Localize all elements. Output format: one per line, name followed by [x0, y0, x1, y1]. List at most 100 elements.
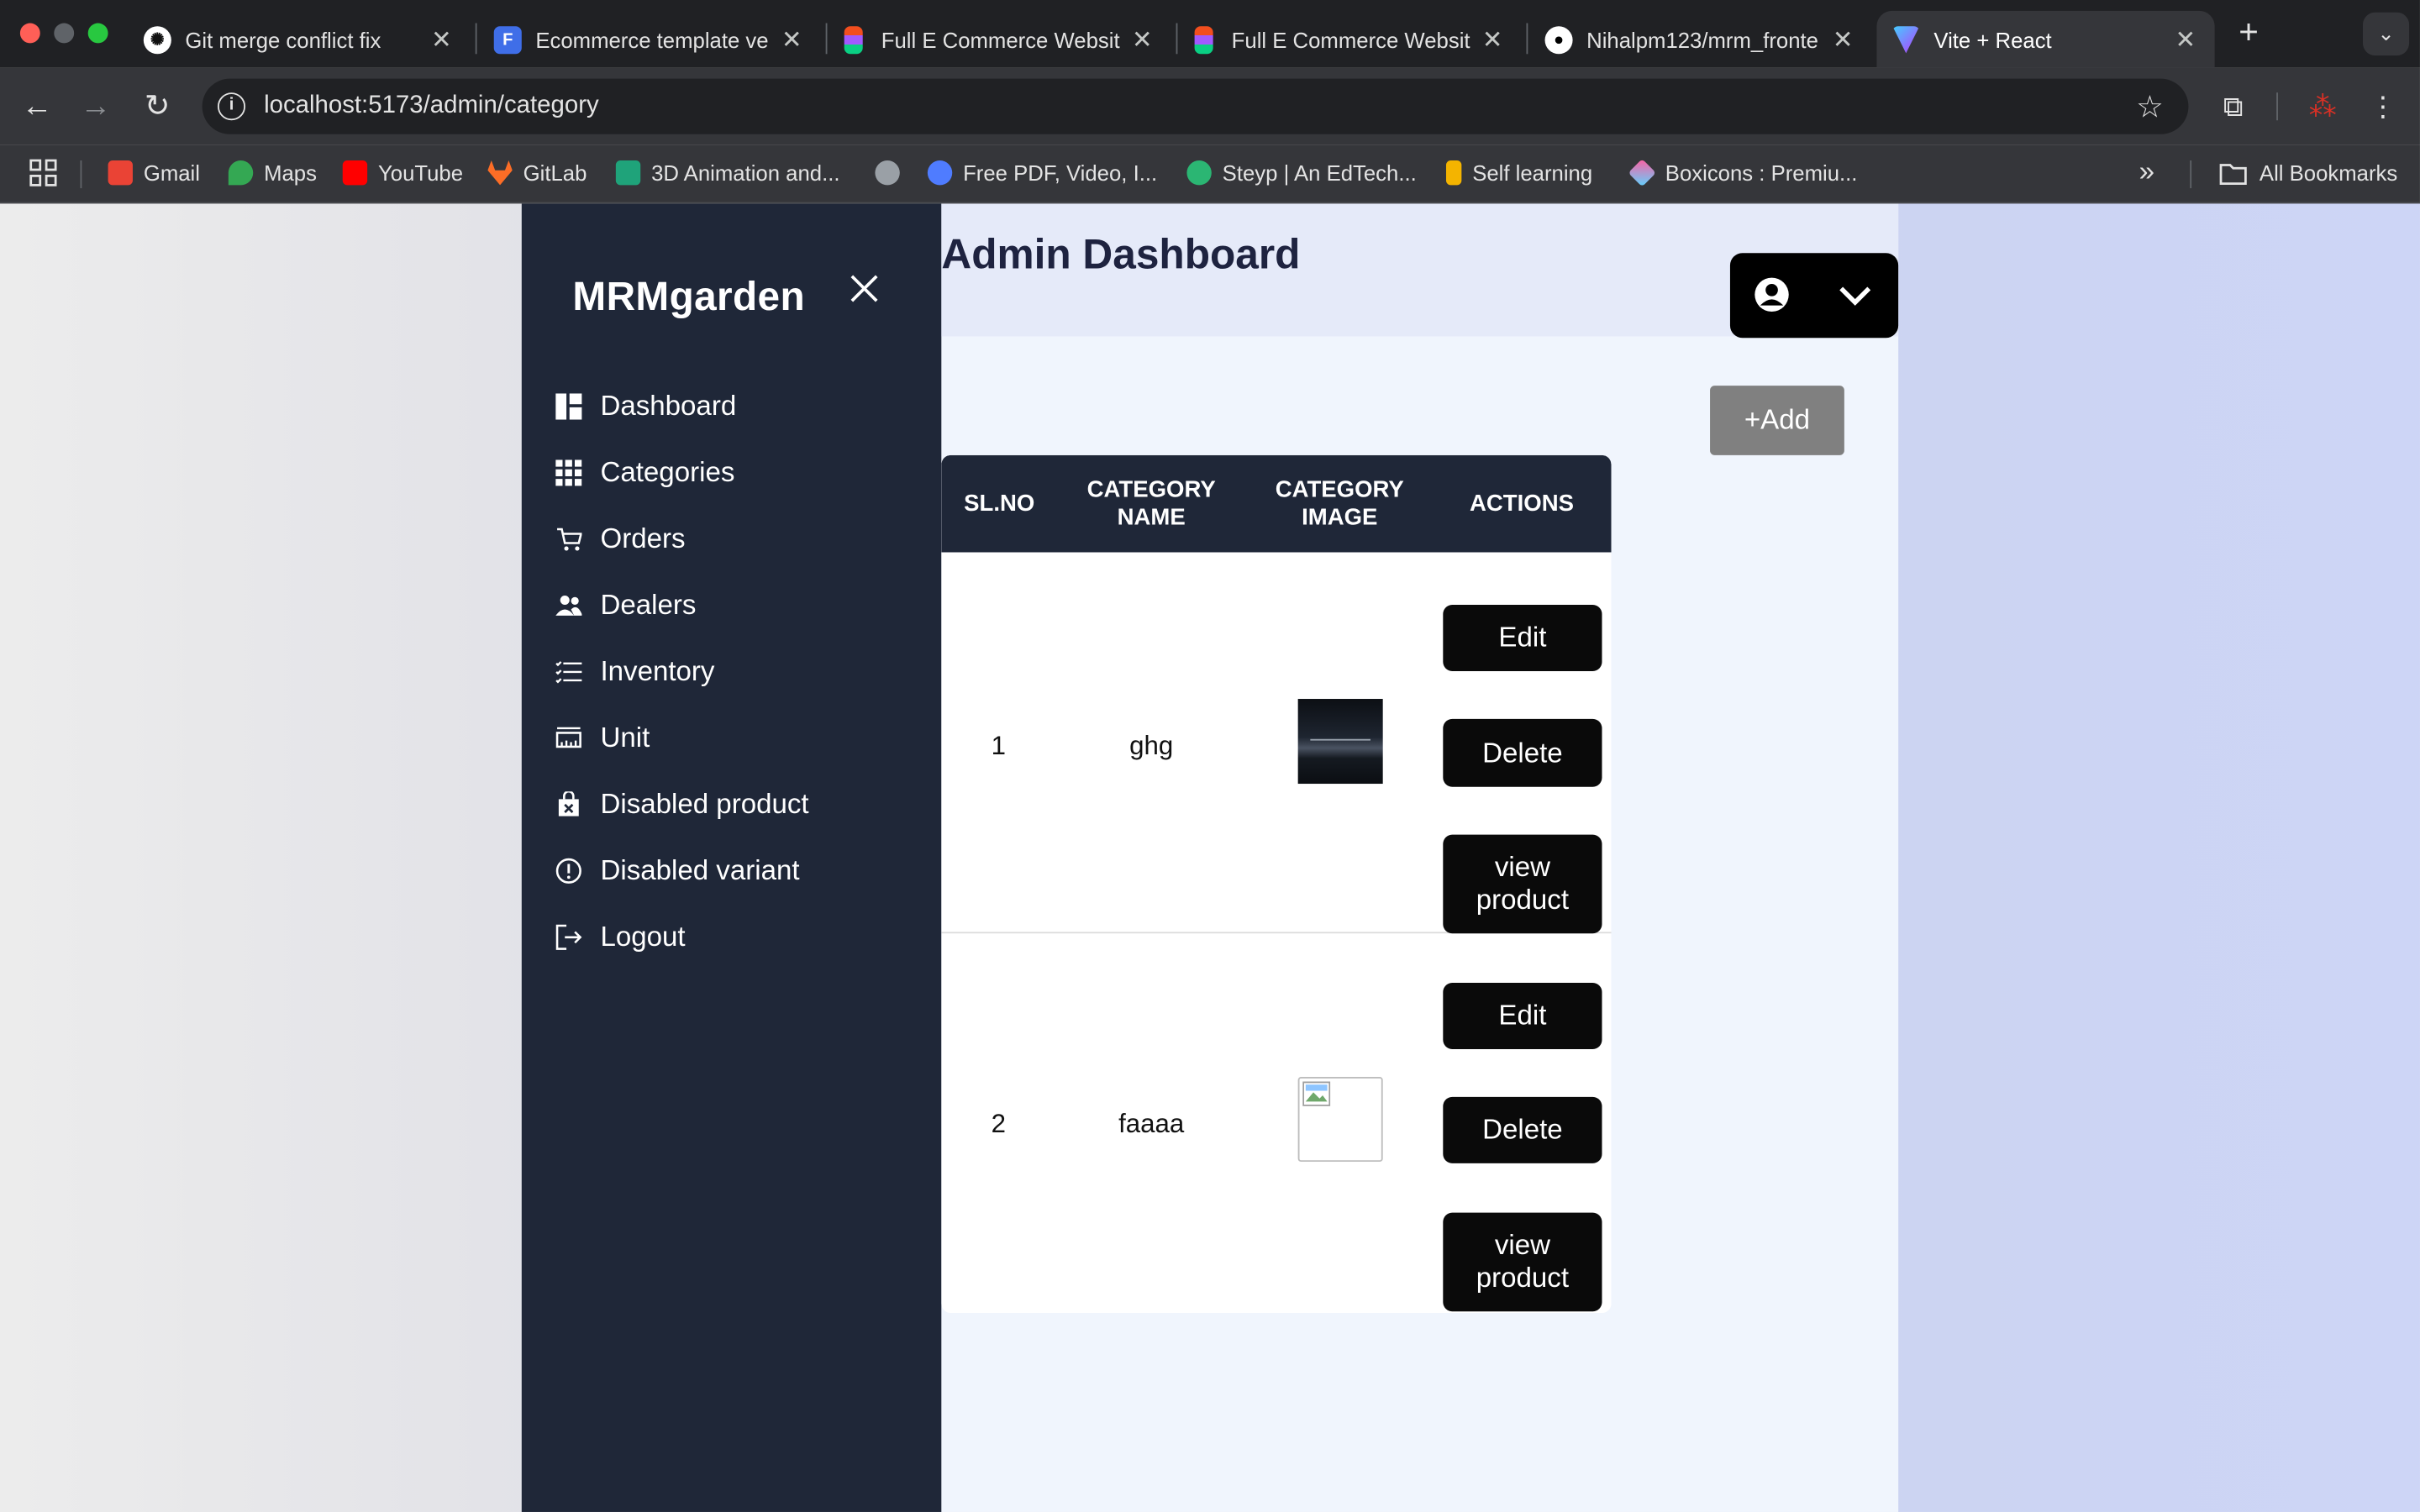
sidebar-item-logout[interactable]: Logout	[555, 916, 686, 957]
chatgpt-icon: ✺	[143, 25, 171, 54]
logout-icon	[555, 923, 582, 949]
all-bookmarks[interactable]: All Bookmarks	[2219, 160, 2397, 185]
bookmark-self-learning[interactable]: Self learning	[1445, 160, 1592, 186]
apps-grid-icon[interactable]	[29, 159, 57, 186]
sidebar-item-label: Dealers	[600, 588, 697, 620]
steyp-icon	[1186, 160, 1212, 186]
dashboard-icon	[555, 392, 582, 419]
tab-search-button[interactable]: ⌄	[2362, 12, 2410, 56]
sidebar-item-disabled-variant[interactable]: Disabled variant	[555, 850, 800, 890]
bag-x-icon	[558, 790, 579, 816]
globe-icon	[875, 160, 900, 186]
address-bar[interactable]: i localhost:5173/admin/category ☆	[202, 78, 2189, 134]
users-icon	[555, 595, 582, 615]
maximize-window-dot[interactable]	[87, 23, 108, 44]
user-circle-icon	[1754, 277, 1789, 312]
folder-icon	[2219, 163, 2247, 185]
bookmark-globe[interactable]	[875, 160, 910, 186]
row-sl-no: 2	[991, 1109, 1007, 1139]
sidebar-item-label: Logout	[600, 920, 686, 952]
edit-button[interactable]: Edit	[1443, 982, 1602, 1049]
extensions-icon[interactable]: ⧉	[2215, 88, 2252, 125]
browser-tab-active[interactable]: Vite + React ✕	[1876, 10, 2215, 68]
sidebar-item-disabled-product[interactable]: Disabled product	[555, 784, 809, 824]
browser-tab[interactable]: F Ecommerce template ve ✕	[478, 11, 821, 68]
close-tab-icon[interactable]: ✕	[1828, 24, 1856, 55]
bookmark-boxicons[interactable]: Boxicons : Premiu...	[1628, 159, 1857, 187]
close-window-dot[interactable]	[19, 23, 40, 44]
browser-tab[interactable]: Full E Commerce Websit ✕	[829, 11, 1171, 68]
minimize-window-dot[interactable]	[54, 23, 75, 44]
dos-icon	[615, 160, 641, 186]
close-tab-icon[interactable]: ✕	[2171, 24, 2199, 55]
more-menu-icon[interactable]: ⋮	[2365, 88, 2402, 125]
bars-icon	[1445, 160, 1462, 186]
sidebar: MRMgarden Dashboard Categories Orders De…	[521, 203, 942, 1512]
youtube-icon	[342, 160, 368, 186]
view-product-button[interactable]: view product	[1443, 1212, 1602, 1312]
edit-button[interactable]: Edit	[1443, 604, 1602, 671]
sidebar-item-orders[interactable]: Orders	[555, 518, 686, 559]
sidebar-item-label: Disabled variant	[600, 853, 800, 885]
page-viewport: MRMgarden Dashboard Categories Orders De…	[0, 203, 2420, 1512]
figma-icon	[1194, 25, 1213, 54]
table-row: 2 faaaa Edit Delete view product	[941, 933, 1611, 1313]
reload-icon[interactable]: ↻	[137, 87, 177, 127]
tab-title: Vite + React	[1933, 27, 2052, 52]
url-text[interactable]: localhost:5173/admin/category	[264, 92, 599, 120]
brand-logo: MRMgarden	[572, 273, 805, 320]
sidebar-item-label: Unit	[600, 721, 650, 753]
page-title: Admin Dashboard	[941, 231, 1301, 278]
main-content: Admin Dashboard +Add SL.NO CATEGORY NAME…	[941, 203, 1899, 1512]
chevron-down-icon	[1839, 286, 1871, 306]
tab-title: Full E Commerce Websit	[881, 27, 1120, 52]
browser-tab[interactable]: ● Nihalpm123/mrm_fronte ✕	[1529, 11, 1872, 68]
back-arrow-icon[interactable]: ←	[17, 87, 57, 127]
browser-tab[interactable]: Full E Commerce Websit ✕	[1179, 11, 1522, 68]
close-tab-icon[interactable]: ✕	[778, 24, 806, 55]
row-category-name: faaaa	[1118, 1109, 1185, 1139]
cart-icon	[557, 527, 582, 550]
site-info-icon[interactable]: i	[217, 92, 246, 121]
sidebar-item-categories[interactable]: Categories	[555, 452, 734, 492]
bookmark-gitlab[interactable]: GitLab	[487, 160, 587, 186]
close-tab-icon[interactable]: ✕	[1479, 24, 1507, 55]
bookmark-maps[interactable]: Maps	[228, 160, 317, 186]
row-sl-no: 1	[991, 731, 1007, 761]
category-table: SL.NO CATEGORY NAME CATEGORY IMAGE ACTIO…	[941, 454, 1612, 1314]
bookmark-star-icon[interactable]: ☆	[2136, 88, 2164, 127]
gmail-icon	[108, 160, 133, 186]
forward-arrow-icon[interactable]: →	[76, 87, 116, 127]
column-header: CATEGORY NAME	[1086, 475, 1216, 530]
profile-extension-icon[interactable]: ⁂	[2304, 88, 2341, 125]
table-row: 1 ghg Edit Delete view product	[941, 553, 1612, 934]
add-category-button[interactable]: +Add	[1710, 386, 1844, 455]
grid-icon	[555, 459, 582, 486]
sidebar-item-inventory[interactable]: Inventory	[555, 651, 714, 691]
new-tab-button[interactable]: +	[2230, 14, 2267, 52]
column-header: CATEGORY IMAGE	[1275, 475, 1404, 530]
bookmark-steyp[interactable]: Steyp | An EdTech...	[1186, 160, 1417, 186]
close-tab-icon[interactable]: ✕	[428, 24, 455, 55]
column-header: SL.NO	[964, 490, 1035, 517]
delete-button[interactable]: Delete	[1443, 718, 1602, 787]
forms-icon: F	[493, 25, 522, 54]
bookmark-gmail[interactable]: Gmail	[108, 160, 200, 186]
figma-icon	[844, 25, 863, 54]
sidebar-item-label: Categories	[600, 455, 735, 487]
sidebar-item-dealers[interactable]: Dealers	[555, 585, 696, 625]
bookmark-youtube[interactable]: YouTube	[342, 160, 463, 186]
view-product-button[interactable]: view product	[1443, 834, 1602, 934]
close-icon[interactable]	[847, 271, 881, 305]
browser-tab[interactable]: ✺ Git merge conflict fix ✕	[128, 11, 471, 68]
user-menu-button[interactable]	[1729, 253, 1899, 339]
bookmark-free-pdf[interactable]: Free PDF, Video, I...	[927, 160, 1157, 186]
delete-button[interactable]: Delete	[1443, 1096, 1602, 1163]
more-bookmarks-icon[interactable]: »	[2139, 156, 2154, 189]
sidebar-item-label: Disabled product	[600, 787, 809, 819]
bookmark-3d-animation[interactable]: 3D Animation and...	[615, 160, 840, 186]
sidebar-item-unit[interactable]: Unit	[555, 717, 650, 758]
close-tab-icon[interactable]: ✕	[1128, 24, 1156, 55]
table-header: SL.NO CATEGORY NAME CATEGORY IMAGE ACTIO…	[941, 454, 1612, 553]
sidebar-item-dashboard[interactable]: Dashboard	[555, 386, 736, 426]
